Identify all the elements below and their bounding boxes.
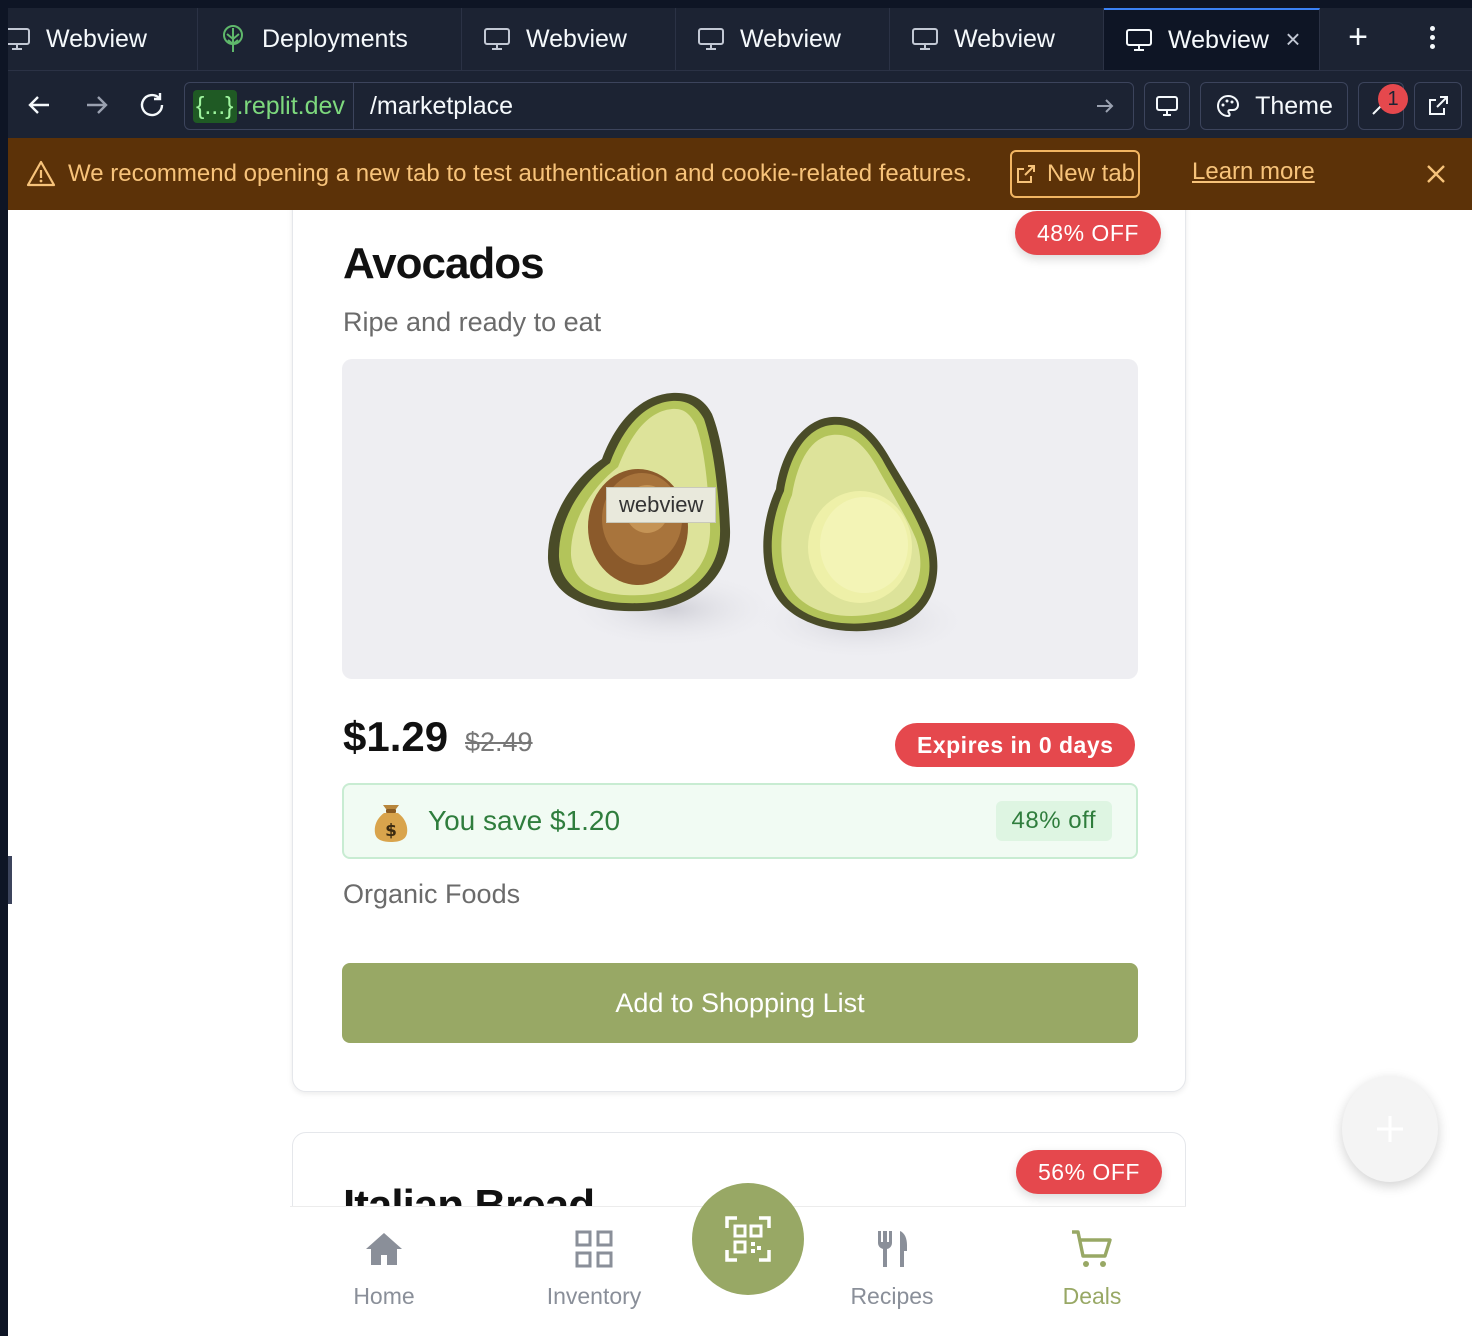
product-image: webview — [342, 359, 1138, 679]
nav-inventory[interactable]: Inventory — [514, 1227, 674, 1310]
home-icon — [366, 1233, 402, 1265]
more-options-icon[interactable] — [1422, 22, 1442, 56]
grid-icon — [575, 1230, 613, 1268]
banner-message: We recommend opening a new tab to test a… — [68, 160, 973, 187]
new-tab-button[interactable]: New tab — [1010, 150, 1140, 198]
url-domain: {...} .replit.dev — [185, 83, 354, 129]
add-fab-button[interactable] — [1342, 1076, 1438, 1182]
monitor-icon — [910, 24, 940, 54]
back-arrow-icon[interactable] — [20, 85, 60, 125]
product-description: Ripe and ready to eat — [343, 307, 602, 337]
external-link-icon — [1429, 96, 1448, 115]
qr-scan-icon — [725, 1216, 771, 1262]
original-price: $2.49 — [465, 727, 533, 757]
url-field[interactable]: {...} .replit.dev /marketplace — [184, 82, 1134, 130]
deployments-icon — [218, 24, 248, 54]
webview-content: 48% OFF Avocados Ripe and ready to eat w… — [8, 210, 1472, 1336]
expiry-badge: Expires in 0 days — [895, 723, 1136, 767]
tab-webview-2[interactable]: Webview — [462, 8, 676, 70]
add-to-shopping-list-button[interactable]: Add to Shopping List — [342, 963, 1138, 1043]
address-bar-row: {...} .replit.dev /marketplace Theme — [8, 70, 1472, 138]
utensils-icon — [877, 1231, 907, 1267]
domain-prefix: {...} — [193, 89, 237, 123]
tab-label: Webview — [46, 24, 147, 53]
nav-label: Deals — [1062, 1283, 1122, 1309]
svg-text:$: $ — [385, 821, 397, 841]
reload-icon[interactable] — [132, 85, 172, 125]
tab-webview-4[interactable]: Webview — [890, 8, 1104, 70]
new-tab-label: New tab — [1046, 160, 1136, 187]
cookie-warning-banner: We recommend opening a new tab to test a… — [8, 138, 1472, 210]
tab-label: Webview — [1168, 25, 1269, 54]
monitor-icon — [1124, 25, 1154, 55]
notification-badge: 1 — [1378, 84, 1408, 114]
nav-deals[interactable]: Deals — [1012, 1227, 1172, 1310]
learn-more-link[interactable]: Learn more — [1192, 158, 1315, 186]
browser-window: Webview Deployments Webview Webview Webv… — [8, 8, 1472, 1336]
device-preview-button[interactable] — [1144, 82, 1190, 130]
tab-webview-1[interactable]: Webview — [8, 8, 198, 70]
monitor-icon — [1156, 96, 1178, 116]
domain-suffix: .replit.dev — [236, 91, 345, 120]
tab-label: Webview — [526, 24, 627, 53]
store-name: Organic Foods — [343, 879, 521, 909]
monitor-icon — [696, 24, 726, 54]
tab-webview-active[interactable]: Webview × — [1104, 8, 1320, 70]
tab-bar: Webview Deployments Webview Webview Webv… — [8, 8, 1472, 70]
webview-overlay-label: webview — [606, 487, 717, 523]
theme-label: Theme — [1255, 91, 1333, 120]
nav-label: Inventory — [546, 1283, 642, 1309]
tab-label: Deployments — [262, 24, 408, 53]
new-tab-plus-icon[interactable]: + — [1340, 20, 1376, 56]
tab-deployments[interactable]: Deployments — [198, 8, 462, 70]
close-tab-icon[interactable]: × — [1281, 26, 1305, 52]
discount-badge: 48% OFF — [1015, 211, 1161, 255]
savings-text: You save $1.20 — [428, 805, 621, 836]
go-arrow-icon[interactable] — [1085, 86, 1125, 126]
discount-badge: 56% OFF — [1016, 1150, 1162, 1194]
external-link-icon — [1016, 165, 1035, 183]
scan-qr-button[interactable] — [692, 1183, 804, 1295]
url-path: /marketplace — [369, 91, 514, 120]
monitor-icon — [8, 24, 32, 54]
product-card: 48% OFF Avocados Ripe and ready to eat w… — [292, 210, 1186, 1092]
nav-recipes[interactable]: Recipes — [812, 1227, 972, 1310]
resize-handle[interactable] — [8, 856, 12, 904]
warning-icon — [26, 160, 56, 187]
tab-webview-3[interactable]: Webview — [676, 8, 890, 70]
palette-icon — [1217, 94, 1240, 118]
monitor-icon — [482, 24, 512, 54]
plus-icon — [1377, 1116, 1403, 1142]
savings-box: $ You save $1.20 48% off — [342, 783, 1138, 859]
tab-label: Webview — [740, 24, 841, 53]
forward-arrow-icon[interactable] — [76, 85, 116, 125]
money-bag-icon: $ — [374, 805, 408, 842]
open-external-button[interactable] — [1414, 82, 1462, 130]
product-title: Avocados — [343, 239, 545, 288]
cart-icon — [1072, 1230, 1112, 1267]
close-banner-icon[interactable] — [1424, 162, 1448, 186]
theme-button[interactable]: Theme — [1200, 82, 1348, 130]
tab-label: Webview — [954, 24, 1055, 53]
nav-label: Recipes — [850, 1283, 934, 1309]
current-price: $1.29 — [343, 713, 449, 760]
avocado-image — [547, 392, 972, 661]
nav-label: Home — [353, 1283, 415, 1309]
savings-percent: 48% off — [995, 801, 1112, 841]
nav-home[interactable]: Home — [304, 1227, 464, 1310]
bottom-navigation: Home Inventory Recipes Deals — [290, 1183, 1186, 1336]
